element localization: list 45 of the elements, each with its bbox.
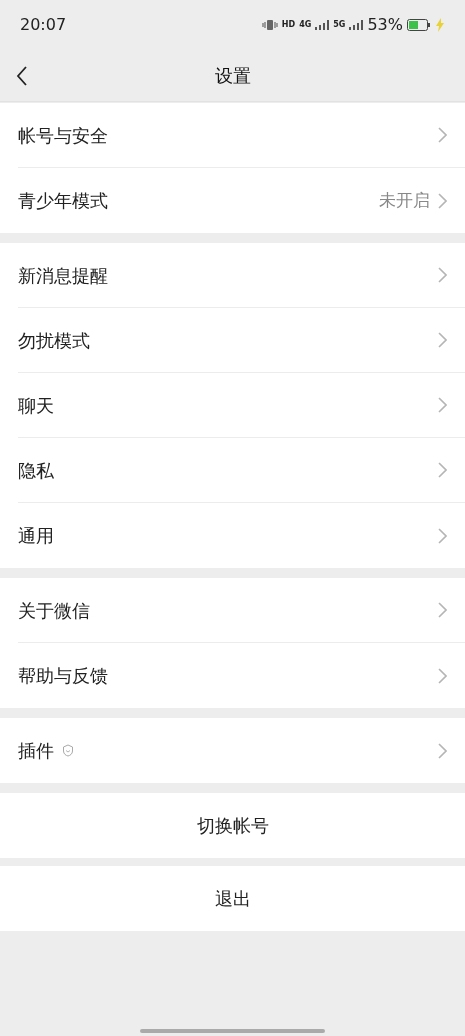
item-label: 青少年模式 — [18, 189, 108, 213]
action-button[interactable]: 切换帐号 — [0, 793, 465, 858]
chevron-icon — [438, 602, 447, 618]
settings-item[interactable]: 聊天 — [18, 373, 465, 438]
item-label: 隐私 — [18, 458, 54, 483]
settings-item[interactable]: 关于微信 — [18, 578, 465, 643]
item-value: 未开启 — [379, 188, 430, 212]
chevron-icon — [438, 742, 447, 759]
charging-icon — [435, 18, 445, 32]
status-time: 20:07 — [20, 14, 67, 36]
battery-percent: 53% — [367, 14, 403, 36]
chevron-icon — [438, 527, 447, 544]
item-label: 关于微信 — [18, 598, 90, 623]
settings-item[interactable]: 青少年模式 未开启 — [18, 168, 465, 233]
shield-icon — [62, 744, 74, 757]
settings-item[interactable]: 帐号与安全 — [18, 103, 465, 168]
settings-item[interactable]: 帮助与反馈 — [18, 643, 465, 708]
chevron-icon — [438, 667, 447, 684]
chevron-icon — [438, 267, 447, 283]
item-label: 帐号与安全 — [18, 123, 108, 148]
signal-icon — [315, 20, 330, 30]
settings-item[interactable]: 通用 — [18, 503, 465, 568]
chevron-icon — [438, 192, 447, 209]
item-label: 通用 — [18, 524, 54, 548]
action-button[interactable]: 退出 — [0, 866, 465, 931]
vibrate-icon — [261, 19, 278, 31]
page-title: 设置 — [214, 64, 251, 88]
battery-icon — [407, 19, 431, 31]
item-label: 聊天 — [18, 393, 54, 418]
settings-item[interactable]: 勿扰模式 — [18, 308, 465, 373]
signal-icon — [349, 20, 364, 30]
network-label: HD — [281, 21, 296, 29]
chevron-icon — [438, 397, 447, 413]
chevron-icon — [438, 332, 447, 348]
settings-item[interactable]: 新消息提醒 — [18, 243, 465, 308]
item-label: 新消息提醒 — [18, 263, 108, 288]
settings-item[interactable]: 隐私 — [18, 438, 465, 503]
item-label: 帮助与反馈 — [18, 664, 108, 688]
item-label: 勿扰模式 — [18, 328, 90, 353]
network-label: 5G — [333, 21, 346, 29]
chevron-icon — [438, 127, 447, 143]
back-icon[interactable] — [16, 66, 28, 86]
item-label: 插件 — [18, 739, 54, 763]
chevron-icon — [438, 462, 447, 478]
network-label: 4G — [299, 21, 312, 29]
